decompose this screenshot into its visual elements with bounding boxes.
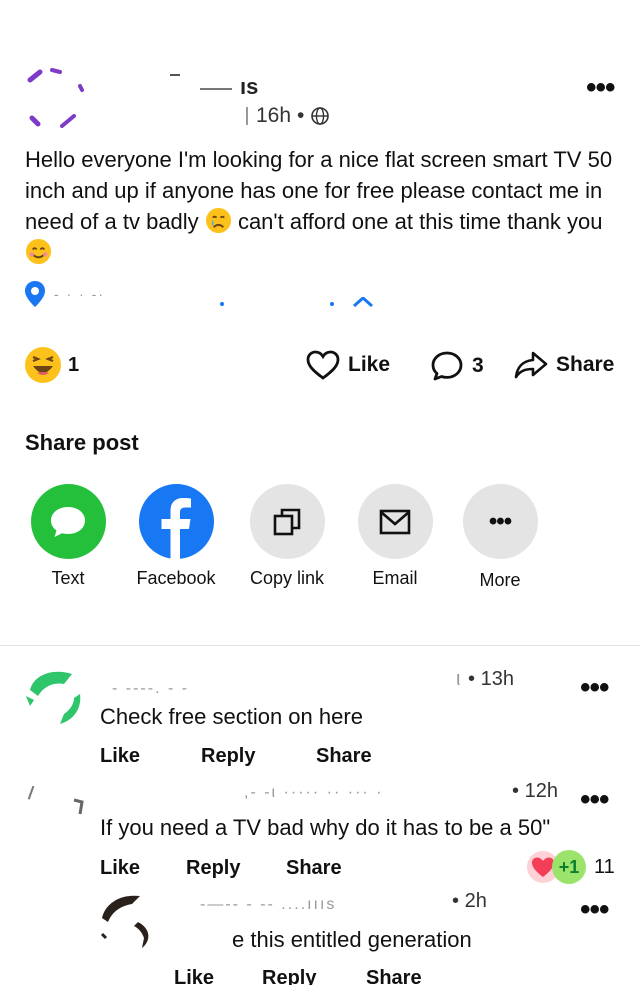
comment-2-text: If you need a TV bad why do it has to be…: [100, 815, 551, 840]
location-pin-icon: [25, 281, 45, 307]
share-more[interactable]: ••• More: [450, 484, 550, 591]
reaction-count: 1: [68, 353, 80, 376]
redacted-mark: [170, 74, 180, 76]
comment-2-time[interactable]: 12h: [525, 780, 558, 802]
smiling-face-emoji-icon: [25, 238, 52, 265]
share-copy-circle[interactable]: [249, 484, 325, 559]
comment-3-time[interactable]: 2h: [465, 890, 487, 912]
comment-button[interactable]: 3: [430, 350, 484, 382]
share-text-circle[interactable]: [30, 484, 106, 559]
post-text-rest: can't afford one at this time thank you: [237, 209, 603, 234]
crying-face-emoji-icon: [205, 207, 231, 234]
heart-outline-icon: [306, 350, 340, 380]
post-text: Hello everyone I'm looking for a nice fl…: [25, 144, 625, 268]
share-via-email[interactable]: Email: [345, 484, 445, 589]
post-meta: 16h •: [246, 104, 330, 128]
comment-1-time[interactable]: 13h: [481, 668, 514, 690]
separator-dot: •: [468, 668, 476, 690]
redacted-mark: [220, 302, 224, 306]
share-label-email: Email: [372, 568, 418, 588]
post-options-icon[interactable]: •••: [586, 73, 615, 103]
commenter-avatar[interactable]: [24, 666, 86, 728]
comment-3-reply[interactable]: Reply: [262, 967, 316, 985]
like-label: Like: [348, 353, 391, 376]
plus-one-badge: +1: [552, 850, 586, 884]
share-copy-link[interactable]: Copy link: [237, 484, 337, 589]
redacted-mark: [200, 88, 232, 90]
comment-3-share[interactable]: Share: [366, 967, 422, 985]
share-arrow-icon: [514, 351, 548, 379]
share-label: Share: [556, 353, 615, 376]
share-via-facebook[interactable]: Facebook: [126, 484, 226, 589]
share-label-more: More: [479, 570, 521, 590]
share-button[interactable]: Share: [514, 350, 614, 380]
comment-1-meta: ι • 13h: [456, 668, 514, 691]
section-divider: [0, 645, 640, 646]
comment-bubble-icon: [431, 351, 463, 381]
comment-3-options-icon[interactable]: •••: [580, 895, 609, 925]
redacted-mark: [246, 107, 250, 125]
redacted-mark: [352, 294, 374, 308]
redacted-mark: ι: [456, 668, 463, 690]
comment-2-like[interactable]: Like: [100, 857, 140, 880]
comment-1-reply[interactable]: Reply: [201, 745, 255, 768]
share-post-heading: Share post: [25, 430, 139, 455]
commenter-avatar[interactable]: [27, 785, 37, 801]
comment-2-meta: • 12h: [512, 780, 558, 803]
comment-2-options-icon[interactable]: •••: [580, 785, 609, 815]
redacted-commenter-name: - ----. - -: [112, 680, 190, 697]
comment-2-reply[interactable]: Reply: [186, 857, 240, 880]
comment-3-text: e this entitled generation: [232, 927, 472, 952]
separator-dot: •: [512, 780, 520, 802]
globe-icon: [311, 107, 330, 125]
comment-3-like[interactable]: Like: [174, 967, 214, 985]
comment-count: 3: [472, 354, 484, 377]
comment-2-share[interactable]: Share: [286, 857, 342, 880]
redacted-mark: [330, 302, 334, 306]
redacted-location: - · · -·: [54, 286, 105, 302]
author-name[interactable]: ıs: [240, 74, 258, 100]
comment-1-share[interactable]: Share: [316, 745, 372, 768]
separator-dot: •: [297, 104, 305, 127]
comment-1-options-icon[interactable]: •••: [580, 673, 609, 703]
facebook-icon: [161, 498, 191, 559]
share-via-text[interactable]: Text: [18, 484, 118, 589]
share-label-facebook: Facebook: [136, 568, 216, 588]
comment-2-reaction-count: 11: [594, 855, 615, 878]
share-more-circle[interactable]: •••: [462, 484, 538, 559]
haha-reaction-icon: [25, 347, 61, 383]
post-time[interactable]: 16h: [256, 104, 291, 128]
more-dots-icon: •••: [488, 507, 512, 535]
like-button[interactable]: Like: [306, 350, 390, 380]
commenter-avatar[interactable]: [98, 888, 162, 950]
envelope-icon: [379, 509, 411, 534]
plus-one-label: +1: [558, 856, 580, 877]
author-avatar[interactable]: [26, 66, 88, 128]
comment-2-reactions[interactable]: +1 11: [526, 850, 615, 884]
redacted-mark: [72, 798, 84, 816]
redacted-commenter-name: -—-- - -- ....ıııs: [200, 896, 337, 913]
comment-1-like[interactable]: Like: [100, 745, 140, 768]
share-label-text: Text: [51, 568, 85, 588]
copy-link-icon: [273, 508, 301, 535]
reaction-summary[interactable]: 1: [24, 346, 79, 384]
chat-bubble-icon: [51, 506, 85, 537]
share-email-circle[interactable]: [357, 484, 433, 559]
comment-1-text: Check free section on here: [100, 704, 363, 729]
redacted-commenter-name: ,- -ι ····· ·· ··· ·: [244, 784, 384, 801]
share-label-copy-link: Copy link: [249, 568, 325, 588]
share-facebook-circle[interactable]: [138, 484, 214, 559]
comment-3-meta: • 2h: [452, 890, 487, 913]
separator-dot: •: [452, 890, 460, 912]
post-location[interactable]: - · · -·: [24, 280, 105, 308]
